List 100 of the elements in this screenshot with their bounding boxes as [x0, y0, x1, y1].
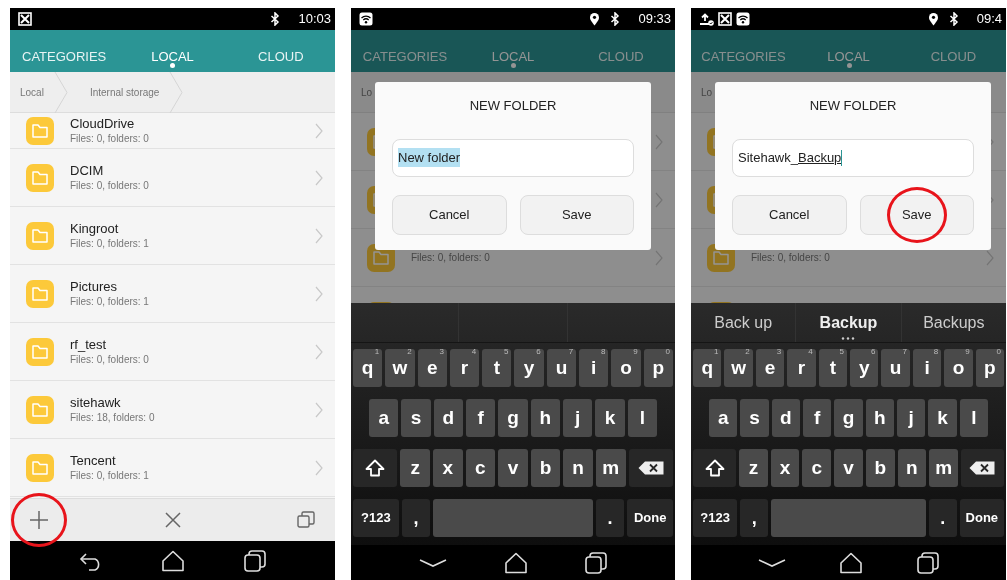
keyboard-key[interactable]: b — [865, 449, 895, 487]
keyboard-key[interactable]: f — [466, 399, 496, 437]
chevron-down-icon[interactable] — [757, 557, 786, 568]
folder-details: Files: 0, folders: 0 — [70, 131, 150, 145]
suggestion[interactable]: Backup — [819, 310, 878, 335]
chevron-down-icon[interactable] — [419, 557, 448, 568]
keyboard-key[interactable]: z — [400, 449, 430, 487]
folder-icon — [26, 395, 54, 424]
keyboard-key[interactable]: l — [959, 399, 988, 437]
recents-icon[interactable] — [917, 551, 940, 574]
keyboard-key[interactable]: , — [740, 499, 768, 537]
keyboard-key[interactable]: ?123 — [353, 499, 399, 537]
chevron-right-icon — [655, 191, 663, 208]
keyboard-key[interactable]: d — [771, 399, 800, 437]
text-field[interactable]: New folder — [392, 138, 634, 177]
clock-time: 09:4 — [976, 10, 1002, 29]
shift-key[interactable] — [353, 449, 398, 487]
keyboard-key[interactable]: d — [433, 399, 463, 437]
folder-icon — [26, 279, 54, 308]
keyboard-key[interactable]: k — [928, 399, 957, 437]
keyboard-key[interactable]: Done — [959, 499, 1004, 537]
dialog-button[interactable]: Cancel — [392, 194, 507, 235]
keyboard-key[interactable]: v — [498, 449, 528, 487]
bluetooth-icon — [270, 12, 281, 26]
keyboard-key[interactable]: g — [834, 399, 863, 437]
home-icon[interactable] — [504, 551, 528, 574]
shift-arrow-icon — [365, 459, 386, 477]
bluetooth-icon — [610, 12, 621, 26]
keyboard-key[interactable]: x — [433, 449, 463, 487]
dialog-button[interactable]: Save — [519, 194, 634, 235]
folder-details: Files: 0, folders: 0 — [751, 251, 831, 264]
location-pin-icon — [589, 12, 601, 26]
backspace-key[interactable] — [960, 449, 1004, 487]
keyboard-key[interactable]: l — [627, 399, 657, 437]
keyboard-key[interactable]: h — [530, 399, 560, 437]
tab[interactable]: LOCAL — [118, 30, 227, 72]
keyboard-key[interactable]: j — [562, 399, 593, 437]
breadcrumb-item[interactable]: Local — [20, 84, 54, 100]
text-field[interactable]: Sitehawk_Backup — [732, 138, 974, 177]
folder-details: Files: 0, folders: 0 — [70, 352, 150, 366]
keyboard-key[interactable]: n — [563, 449, 593, 487]
folder-details: Files: 0, folders: 0 — [70, 178, 150, 192]
location-pin-icon — [927, 12, 939, 26]
folder-icon — [26, 337, 54, 366]
notification-icon — [718, 12, 732, 26]
backspace-icon — [969, 461, 996, 475]
keyboard-key[interactable]: b — [530, 449, 561, 487]
shift-arrow-icon — [704, 459, 725, 477]
keyboard-key[interactable]: h — [865, 399, 894, 437]
upload-icon — [699, 12, 714, 26]
more-dots-icon — [841, 337, 856, 340]
chevron-right-icon — [315, 122, 323, 139]
backspace-key[interactable] — [628, 449, 673, 487]
keyboard-key[interactable]: . — [595, 499, 625, 537]
keyboard-key[interactable]: x — [770, 449, 800, 487]
recents-icon[interactable] — [243, 549, 266, 572]
home-icon[interactable] — [839, 551, 864, 574]
folder-details: Files: 18, folders: 0 — [70, 410, 156, 424]
folder-icon — [26, 453, 54, 482]
keyboard-key[interactable]: m — [929, 449, 958, 487]
folder-name: DCIM — [70, 163, 105, 179]
home-icon[interactable] — [161, 549, 186, 572]
keyboard-key[interactable]: , — [401, 499, 431, 537]
keyboard-key[interactable]: Done — [627, 499, 673, 537]
chevron-right-icon — [655, 133, 663, 150]
keyboard-key[interactable]: v — [834, 449, 863, 487]
folder-icon — [26, 116, 54, 145]
keyboard-key[interactable]: m — [595, 449, 626, 487]
keyboard-key[interactable]: ?123 — [693, 499, 738, 537]
keyboard-key[interactable]: g — [498, 399, 528, 437]
keyboard-key[interactable]: n — [897, 449, 927, 487]
keyboard-key[interactable]: f — [803, 399, 832, 437]
suggestion[interactable]: Back up — [714, 310, 773, 335]
clock-time: 10:03 — [298, 10, 331, 29]
suggestion[interactable]: Backups — [923, 310, 985, 335]
keyboard-key[interactable]: c — [465, 449, 496, 487]
keyboard-key[interactable]: s — [740, 399, 769, 437]
breadcrumb-item[interactable]: Internal storage — [89, 84, 170, 100]
folder-details: Files: 0, folders: 1 — [70, 294, 150, 308]
keyboard-key[interactable]: s — [401, 399, 431, 437]
keyboard-key[interactable]: k — [595, 399, 625, 437]
notification-icon — [18, 12, 32, 26]
folder-name: Tencent — [70, 453, 117, 469]
keyboard-key[interactable]: j — [896, 399, 926, 437]
folder-details: Files: 0, folders: 1 — [70, 468, 150, 482]
keyboard-key[interactable]: . — [929, 499, 957, 537]
plus-icon[interactable] — [29, 510, 49, 530]
dialog-button[interactable]: Cancel — [732, 194, 847, 235]
close-icon[interactable] — [164, 512, 181, 528]
keyboard-key[interactable]: a — [709, 399, 738, 437]
keyboard-key[interactable]: z — [739, 449, 768, 487]
copy-icon[interactable] — [297, 511, 315, 529]
folder-details: Files: 0, folders: 0 — [411, 251, 491, 264]
dialog-title: NEW FOLDER — [468, 97, 558, 115]
recents-icon[interactable] — [584, 551, 607, 574]
keyboard-key[interactable]: a — [369, 399, 399, 437]
keyboard-key[interactable]: c — [802, 449, 832, 487]
dialog-button[interactable]: Save — [859, 194, 974, 235]
folder-name: rf_test — [70, 337, 108, 353]
shift-key[interactable] — [693, 449, 737, 487]
